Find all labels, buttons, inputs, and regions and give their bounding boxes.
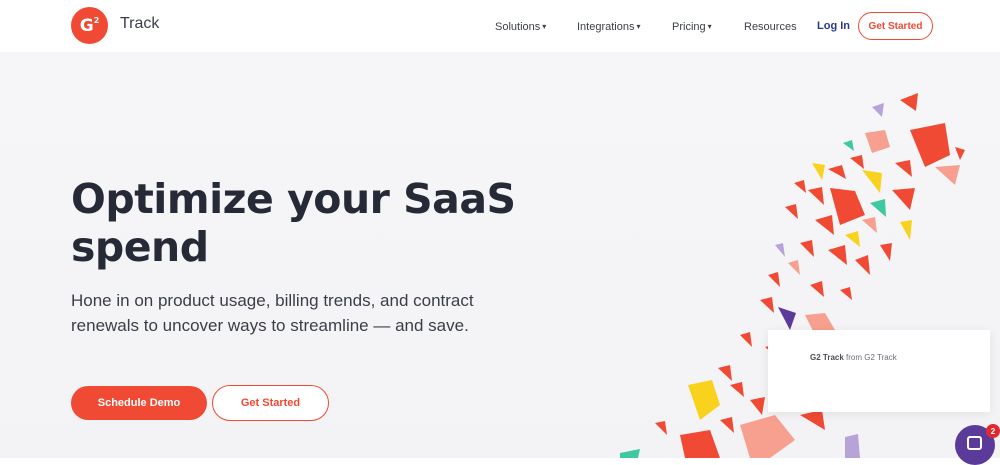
nav-label: Solutions bbox=[495, 21, 541, 33]
logo-letter: G bbox=[79, 15, 94, 36]
g2-logo[interactable]: G2 bbox=[71, 7, 108, 44]
card-title: G2 Track bbox=[810, 353, 844, 362]
chevron-down-icon: ▾ bbox=[636, 22, 641, 31]
chat-notification-badge: 2 bbox=[986, 424, 1000, 438]
logo-superscript: 2 bbox=[93, 16, 100, 25]
nav-solutions[interactable]: Solutions ▾ bbox=[495, 21, 546, 33]
get-started-header-button[interactable]: Get Started bbox=[858, 12, 933, 40]
nav-label: Resources bbox=[744, 21, 797, 33]
nav-resources[interactable]: Resources bbox=[744, 21, 797, 33]
app-preview-card: G2 Track from G2 Track bbox=[768, 330, 990, 412]
hero-headline: Optimize your SaaS spend bbox=[71, 175, 516, 271]
chat-bubble-icon bbox=[967, 436, 982, 450]
hero-subtext: Hone in on product usage, billing trends… bbox=[71, 291, 474, 335]
nav-label: Integrations bbox=[577, 21, 635, 33]
nav-label: Pricing bbox=[672, 21, 706, 33]
card-caption: G2 Track from G2 Track bbox=[810, 353, 897, 362]
site-header: G2 Track Solutions ▾ Integrations ▾ Pricin… bbox=[0, 0, 1000, 52]
nav-integrations[interactable]: Integrations ▾ bbox=[577, 21, 641, 33]
chevron-down-icon: ▾ bbox=[707, 22, 712, 31]
card-from: from G2 Track bbox=[846, 353, 897, 362]
nav-pricing[interactable]: Pricing ▾ bbox=[672, 21, 712, 33]
login-link[interactable]: Log In bbox=[817, 20, 850, 32]
schedule-demo-button[interactable]: Schedule Demo bbox=[71, 386, 207, 420]
chevron-down-icon: ▾ bbox=[542, 22, 547, 31]
brand-name[interactable]: Track bbox=[120, 15, 159, 33]
get-started-button[interactable]: Get Started bbox=[212, 385, 329, 421]
